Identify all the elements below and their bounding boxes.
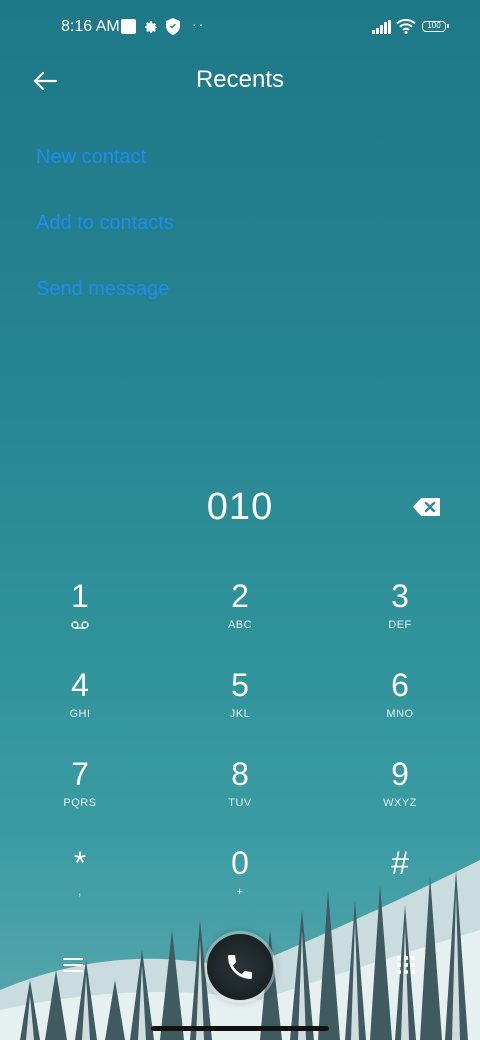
key-digit: # xyxy=(391,845,409,881)
key-digit: 4 xyxy=(71,667,89,703)
key-digit: 3 xyxy=(391,578,409,614)
keypad-icon[interactable] xyxy=(396,955,416,975)
key-digit: 2 xyxy=(231,578,249,614)
notification-square-icon xyxy=(121,19,136,34)
key-digit: * xyxy=(73,845,87,881)
key-letters: WXYZ xyxy=(383,797,417,809)
key-7[interactable]: 7 PQRS xyxy=(20,756,140,836)
key-digit: 0 xyxy=(231,845,249,881)
key-3[interactable]: 3 DEF xyxy=(340,578,460,658)
backspace-icon[interactable] xyxy=(412,496,442,518)
signal-icon xyxy=(372,20,391,34)
key-digit: 8 xyxy=(231,756,249,792)
key-letters: + xyxy=(236,886,244,898)
key-letters: JKL xyxy=(229,708,251,720)
key-letters: PQRS xyxy=(63,797,97,809)
key-letters: GHI xyxy=(69,708,91,720)
page-title: Recents xyxy=(195,66,285,93)
key-6[interactable]: 6 MNO xyxy=(340,667,460,747)
dialed-number[interactable]: 010 xyxy=(0,486,480,529)
key-2[interactable]: 2 ABC xyxy=(180,578,300,658)
key-letters: MNO xyxy=(386,708,414,720)
call-button[interactable] xyxy=(207,934,273,1000)
gear-icon xyxy=(145,21,157,33)
key-1[interactable]: 1 xyxy=(20,578,140,658)
key-star[interactable]: * , xyxy=(20,845,140,925)
status-time: 8:16 AM xyxy=(61,18,120,35)
key-9[interactable]: 9 WXYZ xyxy=(340,756,460,836)
phone-icon xyxy=(228,955,252,979)
key-digit: 5 xyxy=(231,667,249,703)
key-letters: , xyxy=(78,886,82,898)
key-0[interactable]: 0 + xyxy=(180,845,300,925)
key-digit: 7 xyxy=(71,756,89,792)
key-4[interactable]: 4 GHI xyxy=(20,667,140,747)
shield-icon xyxy=(166,18,180,35)
more-dots-icon: ·· xyxy=(192,16,206,32)
key-digit: 6 xyxy=(391,667,409,703)
new-contact-link[interactable]: New contact xyxy=(36,146,146,169)
send-message-link[interactable]: Send message xyxy=(36,278,169,301)
key-8[interactable]: 8 TUV xyxy=(180,756,300,836)
status-bar: 8:16 AM ·· 100 xyxy=(0,0,480,56)
key-hash[interactable]: # xyxy=(340,845,460,925)
key-letters: TUV xyxy=(228,797,252,809)
menu-icon[interactable] xyxy=(62,956,84,974)
wifi-icon xyxy=(396,18,416,34)
key-letters: DEF xyxy=(388,619,412,631)
home-indicator[interactable] xyxy=(151,1026,329,1031)
voicemail-icon xyxy=(71,621,89,629)
key-letters: ABC xyxy=(227,619,253,631)
key-digit: 9 xyxy=(391,756,409,792)
battery-icon: 100 xyxy=(422,21,449,32)
add-to-contacts-link[interactable]: Add to contacts xyxy=(36,212,174,235)
key-5[interactable]: 5 JKL xyxy=(180,667,300,747)
key-digit: 1 xyxy=(71,578,89,614)
